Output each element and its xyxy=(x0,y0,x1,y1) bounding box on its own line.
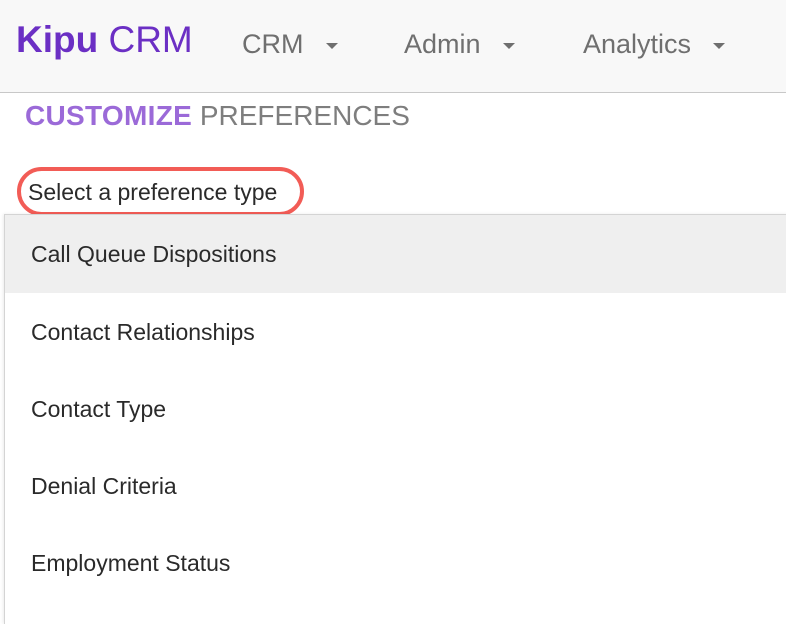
brand-name: Kipu xyxy=(16,19,99,60)
page-title-strong: CUSTOMIZE xyxy=(25,100,193,131)
caret-down-icon xyxy=(502,42,515,49)
dropdown-option-employment-status[interactable]: Employment Status xyxy=(5,524,786,602)
nav-menu-analytics-label: Analytics xyxy=(583,28,692,59)
nav-menu-admin-label: Admin xyxy=(404,28,481,59)
nav-menu-crm[interactable]: CRM xyxy=(242,26,338,62)
page-title: CUSTOMIZE PREFERENCES xyxy=(25,98,410,134)
caret-down-icon xyxy=(325,42,338,49)
nav-menu-analytics[interactable]: Analytics xyxy=(583,26,726,62)
dropdown-option-label: Call Queue Dispositions xyxy=(31,240,277,267)
brand-product: CRM xyxy=(98,19,193,60)
brand-logo[interactable]: Kipu CRM xyxy=(16,18,193,62)
dropdown-option-label: Employment Status xyxy=(31,549,231,576)
dropdown-option-contact-relationships[interactable]: Contact Relationships xyxy=(5,293,786,371)
dropdown-option-denial-criteria[interactable]: Denial Criteria xyxy=(5,447,786,525)
top-navbar: Kipu CRM CRM Admin Analytics xyxy=(0,0,786,93)
nav-menu-crm-label: CRM xyxy=(242,28,304,59)
dropdown-option-call-queue-dispositions[interactable]: Call Queue Dispositions xyxy=(5,215,786,293)
caret-down-icon xyxy=(713,42,726,49)
nav-menu-admin[interactable]: Admin xyxy=(404,26,515,62)
page-title-light: PREFERENCES xyxy=(192,100,410,131)
preference-type-label[interactable]: Select a preference type xyxy=(28,178,277,206)
dropdown-option-label: Denial Criteria xyxy=(31,472,177,499)
preference-type-dropdown[interactable]: Call Queue Dispositions Contact Relation… xyxy=(4,214,786,624)
dropdown-option-contact-type[interactable]: Contact Type xyxy=(5,370,786,448)
dropdown-option-label: Contact Relationships xyxy=(31,318,255,345)
dropdown-option-label: Contact Type xyxy=(31,395,167,422)
